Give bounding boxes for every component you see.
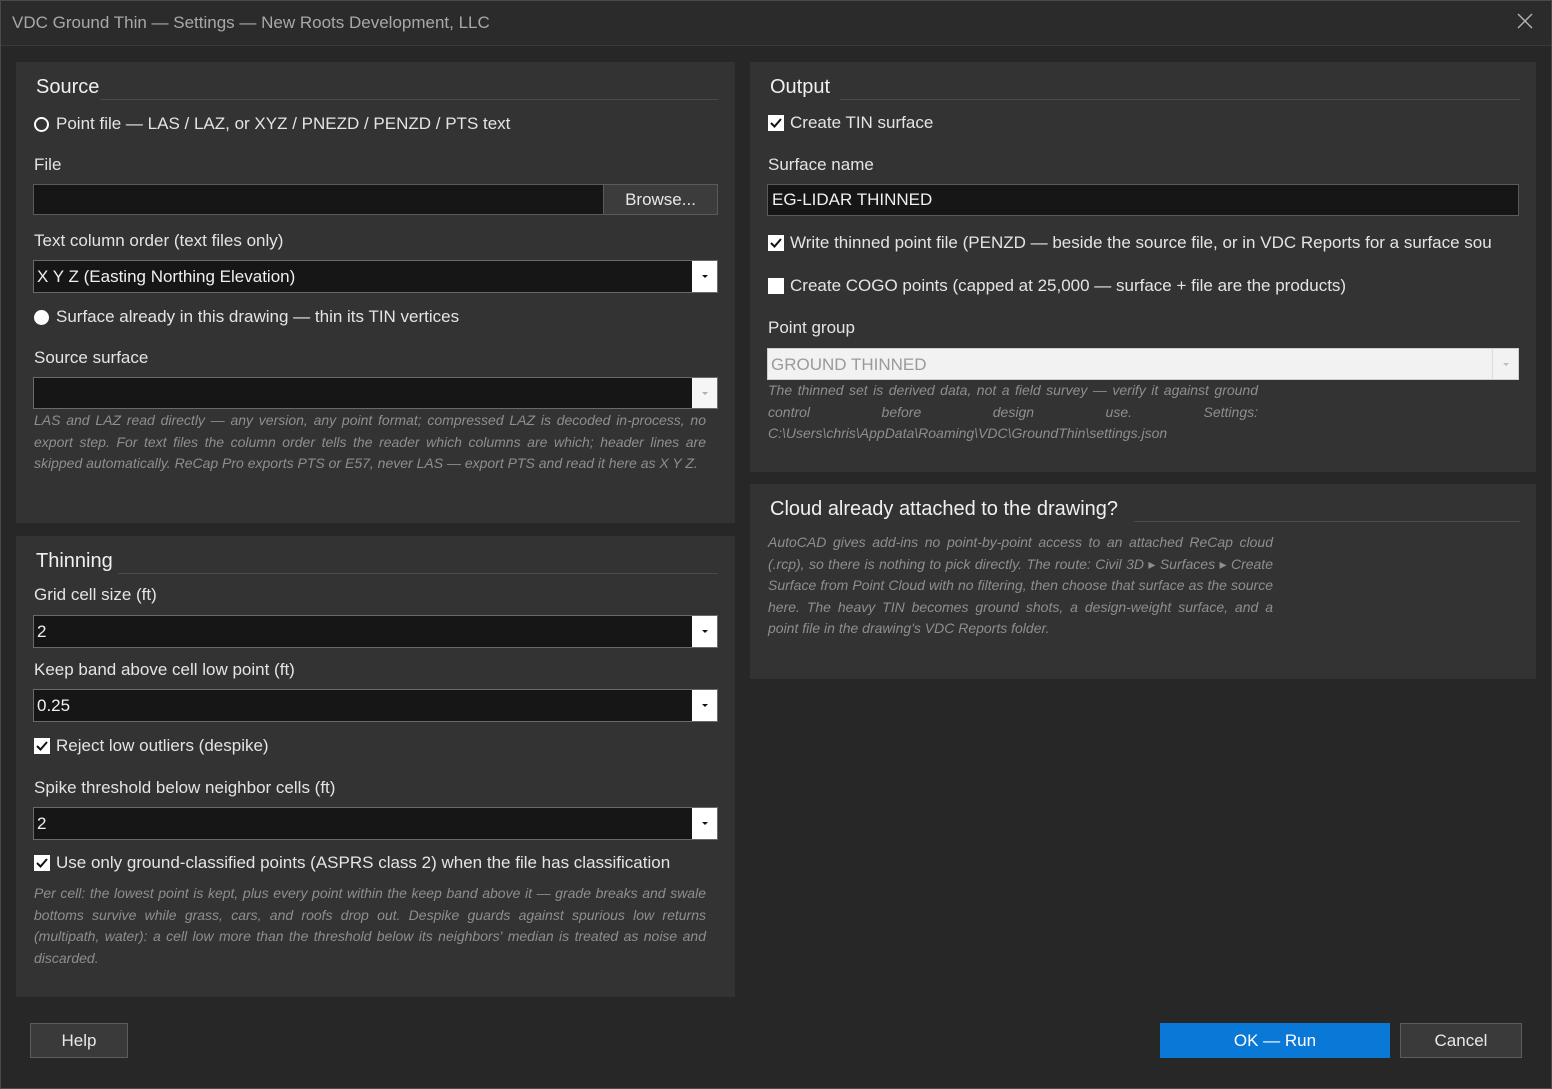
thinning-heading: Thinning — [36, 550, 113, 572]
cloud-panel: Cloud already attached to the drawing? A… — [750, 484, 1536, 679]
source-surface-select[interactable] — [33, 377, 718, 409]
cloud-heading-rule — [1134, 521, 1520, 522]
column-order-value: X Y Z (Easting Northing Elevation) — [37, 267, 296, 286]
keep-band-label: Keep band above cell low point (ft) — [34, 660, 295, 679]
cancel-button-label: Cancel — [1434, 1031, 1488, 1050]
point-group-label: Point group — [768, 318, 855, 337]
source-surface-label: Source surface — [34, 348, 149, 367]
grid-cell-label: Grid cell size (ft) — [34, 585, 157, 604]
cloud-heading: Cloud already attached to the drawing? — [770, 498, 1119, 520]
cogo-checkbox[interactable] — [768, 278, 784, 294]
cancel-button[interactable]: Cancel — [1400, 1023, 1522, 1058]
write-file-label-clip: Write thinned point file (PENZD — beside… — [790, 233, 1535, 253]
despike-checkbox[interactable] — [34, 738, 50, 754]
chevron-down-icon[interactable] — [692, 616, 717, 647]
chevron-down-icon[interactable] — [692, 690, 717, 721]
thinning-panel: Thinning Grid cell size (ft) 2 Keep band… — [16, 536, 735, 997]
browse-button-label: Browse... — [625, 190, 696, 209]
cloud-help-note: AutoCAD gives add-ins no point-by-point … — [768, 534, 1273, 636]
spike-threshold-value: 2 — [37, 814, 47, 833]
create-tin-checkbox[interactable] — [768, 115, 784, 131]
source-panel: Source Point file — LAS / LAZ, or XYZ / … — [16, 62, 735, 523]
column-order-select[interactable]: X Y Z (Easting Northing Elevation) — [33, 260, 718, 293]
point-file-option-label[interactable]: Point file — LAS / LAZ, or XYZ / PNEZD /… — [56, 114, 510, 134]
file-label: File — [34, 155, 62, 174]
thinning-help-note: Per cell: the lowest point is kept, plus… — [34, 885, 706, 966]
column-order-label: Text column order (text files only) — [34, 231, 284, 250]
point-file-radio[interactable] — [34, 117, 49, 132]
close-icon[interactable] — [1514, 10, 1536, 32]
output-help-note: The thinned set is derived data, not a f… — [768, 382, 1258, 441]
grid-cell-select[interactable]: 2 — [33, 615, 718, 648]
help-button[interactable]: Help — [30, 1023, 128, 1058]
title-bar: VDC Ground Thin — Settings — New Roots D… — [0, 0, 1552, 46]
source-help-note: LAS and LAZ read directly — any version,… — [34, 412, 706, 471]
ok-run-button-label: OK — Run — [1233, 1031, 1317, 1050]
write-file-label[interactable]: Write thinned point file (PENZD — beside… — [790, 233, 1492, 252]
grid-cell-value: 2 — [37, 622, 47, 641]
output-heading: Output — [770, 76, 831, 98]
help-button-label: Help — [61, 1031, 97, 1050]
output-panel: Output Create TIN surface Surface name E… — [750, 62, 1536, 472]
ground-class-label[interactable]: Use only ground-classified points (ASPRS… — [56, 853, 670, 873]
spike-threshold-label: Spike threshold below neighbor cells (ft… — [34, 778, 336, 797]
surface-name-input[interactable]: EG-LIDAR THINNED — [767, 184, 1519, 216]
surface-radio[interactable] — [34, 310, 49, 325]
chevron-down-icon[interactable] — [692, 378, 717, 408]
surface-option-label[interactable]: Surface already in this drawing — thin i… — [56, 307, 459, 327]
chevron-down-icon[interactable] — [1492, 349, 1518, 379]
thinning-heading-rule — [118, 573, 718, 574]
cogo-label[interactable]: Create COGO points (capped at 25,000 — s… — [790, 276, 1346, 296]
browse-button[interactable]: Browse... — [603, 184, 718, 215]
source-heading-rule — [100, 99, 718, 100]
keep-band-select[interactable]: 0.25 — [33, 689, 718, 722]
chevron-down-icon[interactable] — [692, 261, 717, 292]
write-file-checkbox[interactable] — [768, 235, 784, 251]
surface-name-label: Surface name — [768, 155, 874, 174]
point-group-select[interactable]: GROUND THINNED — [767, 348, 1519, 380]
chevron-down-icon[interactable] — [692, 808, 717, 839]
create-tin-label[interactable]: Create TIN surface — [790, 113, 933, 133]
window-title: VDC Ground Thin — Settings — New Roots D… — [12, 13, 490, 32]
file-path-input[interactable] — [33, 184, 619, 215]
despike-label[interactable]: Reject low outliers (despike) — [56, 736, 269, 756]
ok-run-button[interactable]: OK — Run — [1160, 1023, 1390, 1058]
output-heading-rule — [840, 99, 1520, 100]
keep-band-value: 0.25 — [37, 696, 71, 715]
ground-class-checkbox[interactable] — [34, 855, 50, 871]
spike-threshold-select[interactable]: 2 — [33, 807, 718, 840]
point-group-value: GROUND THINNED — [771, 355, 927, 374]
source-heading: Source — [36, 76, 100, 98]
